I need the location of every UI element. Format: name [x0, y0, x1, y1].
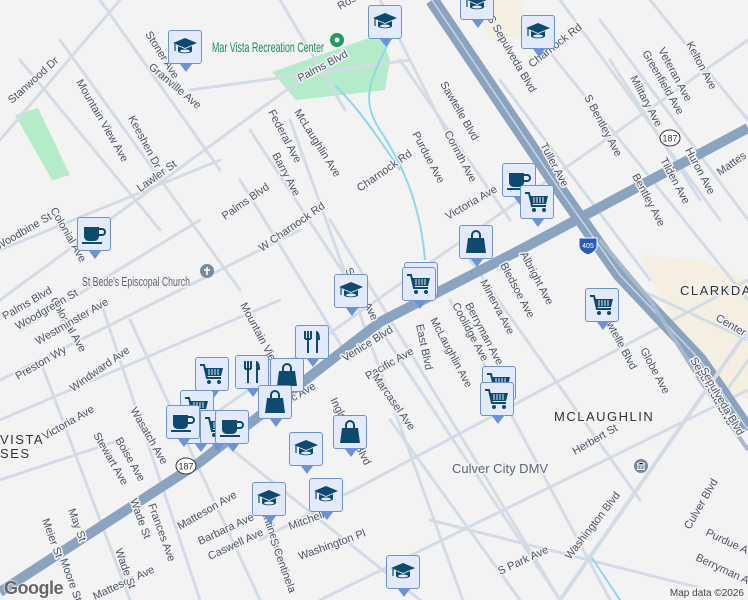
street-label: Purdue Ave: [409, 130, 446, 186]
cart-icon: [199, 361, 225, 387]
restaurant-marker[interactable]: [295, 325, 329, 367]
i-405-shield: 405: [578, 237, 598, 256]
st-bedes-church-label[interactable]: St Bede's Episcopal Church: [81, 273, 192, 291]
cafe-icon: [219, 414, 245, 440]
cafe-icon: [81, 221, 107, 247]
cart-marker[interactable]: [480, 382, 514, 424]
school-icon: [313, 482, 339, 508]
bag-icon: [463, 229, 489, 255]
school-marker[interactable]: [252, 482, 286, 524]
restaurant-marker[interactable]: [235, 355, 269, 397]
clarkdale-area-label: CLARKDALE: [680, 283, 748, 298]
google-logo[interactable]: Google: [4, 578, 64, 599]
dmv-building-icon[interactable]: [634, 459, 648, 473]
mar-vista-recreation-center-label[interactable]: Mar Vista Recreation Center: [211, 38, 326, 57]
i-405-label: 405: [582, 243, 594, 250]
school-marker[interactable]: [521, 15, 555, 57]
map-attribution[interactable]: Map data ©2026: [665, 587, 748, 600]
route-187-shield-2: 187: [659, 129, 681, 147]
bag-icon: [337, 419, 363, 445]
cart-icon: [589, 292, 615, 318]
street-label: S Bentley Ave: [581, 93, 624, 159]
street-label: May St: [65, 507, 88, 543]
map-base: 187 187 405 Palms BlvdMcLaughlin AveSton…: [0, 0, 748, 600]
school-icon: [293, 436, 319, 462]
bag-marker[interactable]: [258, 385, 292, 427]
park-west: [15, 108, 70, 180]
street-label: Mountain View Ave: [73, 78, 130, 165]
street-label: Victoria Ave: [444, 183, 500, 222]
street-label: Keeshen Dr: [125, 114, 163, 171]
school-marker[interactable]: [309, 478, 343, 520]
cafe-marker[interactable]: [215, 410, 249, 452]
creek-2: [334, 84, 401, 171]
school-icon: [525, 19, 551, 45]
cafe-marker[interactable]: [166, 405, 200, 447]
school-marker[interactable]: [460, 0, 494, 28]
cart-icon: [484, 386, 510, 412]
street-label: Herbert St: [571, 422, 620, 457]
school-icon: [464, 0, 490, 16]
street-label: Wade St: [127, 497, 153, 540]
street-label: Globe Ave: [637, 346, 671, 396]
route-187-shield: 187: [175, 457, 197, 475]
cafe-icon: [170, 409, 196, 435]
cart-marker[interactable]: [520, 185, 554, 227]
restaurant-icon: [299, 329, 325, 355]
cart-icon: [406, 271, 432, 297]
street-label: Preston Wy: [14, 344, 70, 383]
bag-marker[interactable]: [333, 415, 367, 457]
park-pin-icon[interactable]: [330, 33, 344, 47]
map-canvas[interactable]: 187 187 405 Palms Blvd McLaughlin Ave Ston…: [0, 0, 748, 600]
mclaughlin-area-label: MCLAUGHLIN: [554, 409, 654, 424]
school-icon: [372, 9, 398, 35]
ses-area-label: SES: [0, 446, 31, 461]
cart-icon: [524, 189, 550, 215]
street-label: Berryman Ave: [694, 552, 748, 592]
culver-city-dmv-label[interactable]: Culver City DMV: [451, 460, 550, 478]
school-marker[interactable]: [368, 5, 402, 47]
school-icon: [256, 486, 282, 512]
street-label: Meier St: [39, 517, 64, 560]
route-187-label-2: 187: [662, 134, 677, 144]
school-marker[interactable]: [386, 555, 420, 597]
school-marker[interactable]: [289, 432, 323, 474]
street-label: Mattes: [715, 149, 748, 178]
bag-marker[interactable]: [459, 225, 493, 267]
vista-area-label: VISTA: [0, 432, 44, 447]
school-marker[interactable]: [334, 274, 368, 316]
restaurant-icon: [239, 359, 265, 385]
bag-icon: [262, 389, 288, 415]
church-icon[interactable]: [200, 264, 214, 278]
street-label: Culver Blvd: [682, 477, 721, 532]
school-marker[interactable]: [168, 30, 202, 72]
street-label: Washington Pl: [297, 527, 367, 562]
cart-marker[interactable]: [585, 288, 619, 330]
street-label: Charnock Rd: [355, 148, 414, 195]
school-icon: [390, 559, 416, 585]
cart-marker[interactable]: [402, 267, 436, 309]
school-icon: [172, 34, 198, 60]
cafe-marker[interactable]: [77, 217, 111, 259]
route-187-label: 187: [178, 462, 193, 472]
school-icon: [338, 278, 364, 304]
cart-marker[interactable]: [195, 357, 229, 399]
